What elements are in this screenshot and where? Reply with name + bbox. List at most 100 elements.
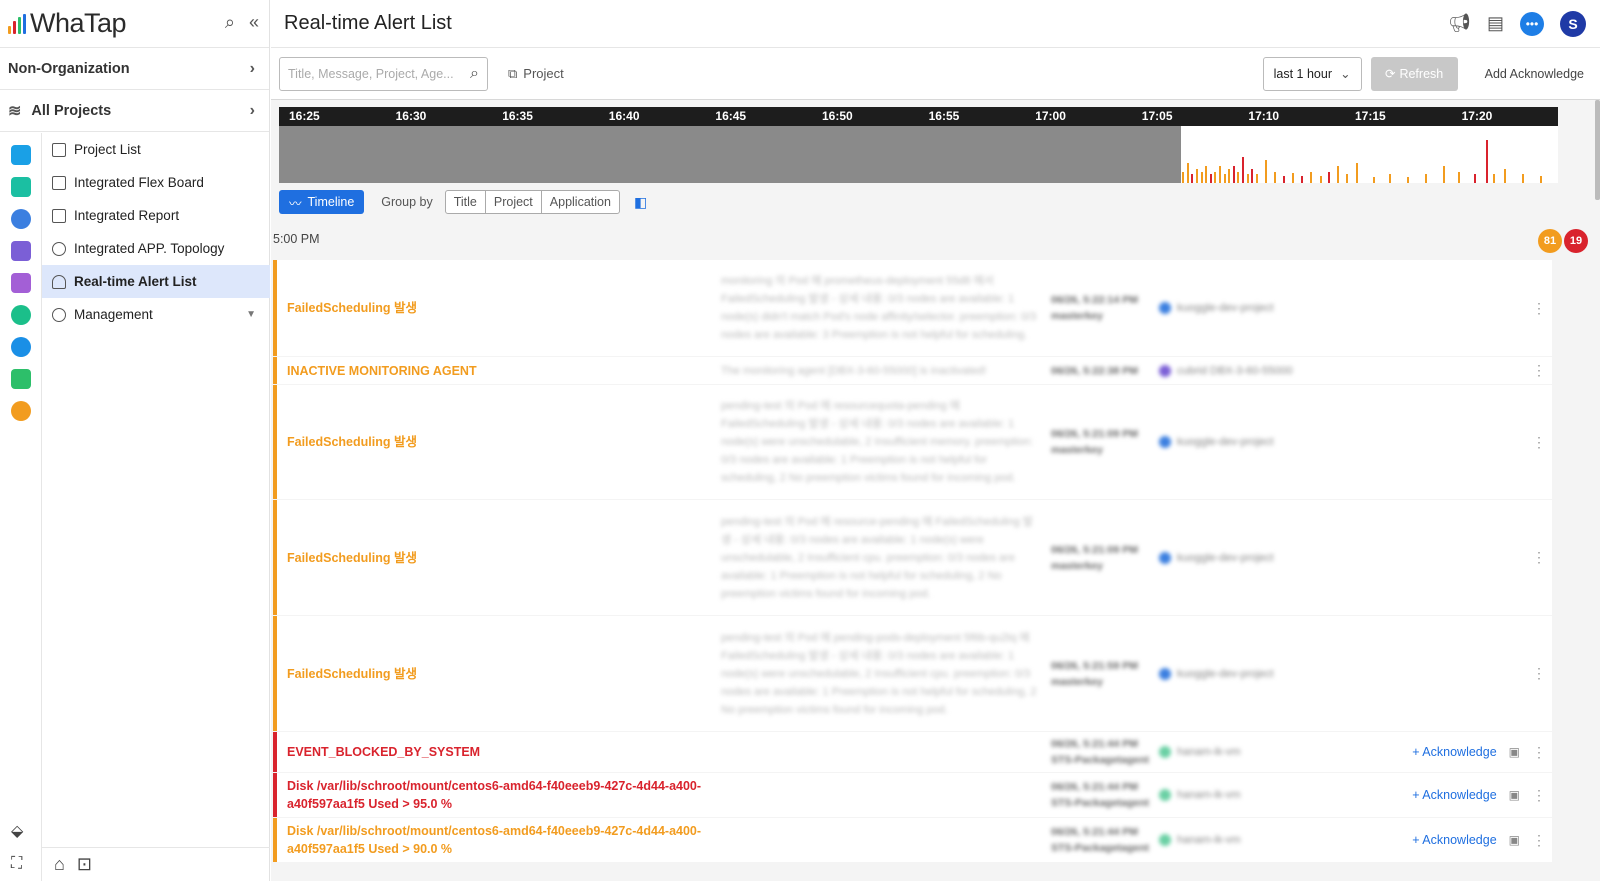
all-projects-selector[interactable]: ≋ All Projects ›	[0, 90, 269, 132]
megaphone-icon[interactable]: 📢︎	[1448, 13, 1471, 34]
timeline-bar	[1190, 174, 1193, 183]
timeline-toggle-button[interactable]: 〰 Timeline	[279, 190, 365, 214]
alert-project[interactable]: hanam-ik-vm	[1159, 746, 1379, 758]
sidebar-item-integrated-flex-board[interactable]: Integrated Flex Board	[42, 166, 270, 199]
sidebar-item-integrated-app-topology[interactable]: Integrated APP. Topology	[42, 232, 270, 265]
more-options-icon[interactable]: ⋮	[1532, 362, 1546, 379]
log-icon[interactable]	[11, 273, 31, 293]
search-input[interactable]	[288, 66, 458, 81]
timeline-bar	[1407, 177, 1410, 183]
broadcast-icon[interactable]	[11, 401, 31, 421]
sidebar-item-realtime-alert-list[interactable]: Real-time Alert List	[42, 265, 270, 298]
image-icon[interactable]: ▣	[1509, 833, 1520, 847]
project-filter-button[interactable]: ⧉ Project	[508, 66, 564, 82]
more-options-icon[interactable]: ⋮	[1532, 832, 1546, 849]
timeline-range-mask[interactable]	[279, 126, 1181, 183]
sidebar-item-integrated-report[interactable]: Integrated Report	[42, 199, 270, 232]
more-options-icon[interactable]: ⋮	[1532, 549, 1546, 566]
refresh-button[interactable]: ⟳ Refresh	[1370, 56, 1458, 91]
more-options-icon[interactable]: ⋮	[1532, 744, 1546, 761]
globe-icon[interactable]	[11, 305, 31, 325]
search-box[interactable]: ⌕	[279, 56, 488, 91]
scrollbar[interactable]	[1595, 100, 1600, 200]
alert-row[interactable]: Disk /var/lib/schroot/mount/centos6-amd6…	[273, 773, 1552, 817]
more-options-icon[interactable]: ⋮	[1532, 787, 1546, 804]
search-icon[interactable]: ⌕	[225, 12, 235, 33]
alert-title[interactable]: EVENT_BLOCKED_BY_SYSTEM	[277, 743, 717, 761]
alert-row[interactable]: Disk /var/lib/schroot/mount/centos6-amd6…	[273, 818, 1552, 862]
server-list-icon[interactable]	[11, 177, 31, 197]
group-by-project-button[interactable]: Project	[486, 191, 542, 213]
kubernetes-icon[interactable]	[11, 209, 31, 229]
app-icon[interactable]	[11, 369, 31, 389]
speaker-icon[interactable]: ◧	[634, 194, 647, 211]
timeline-bar	[1256, 174, 1259, 183]
alert-time: 06/26, 5:22:38 PM	[1051, 364, 1138, 377]
image-icon[interactable]: ▣	[1509, 745, 1520, 759]
timeline-bar	[1236, 171, 1239, 183]
fullscreen-icon[interactable]: ⛶	[11, 855, 23, 873]
sidebar-item-management[interactable]: Management ▼	[42, 298, 270, 331]
search-icon[interactable]: ⌕	[470, 65, 479, 83]
timeline-bar	[1233, 165, 1236, 183]
calendar-icon[interactable]: ▤	[1487, 13, 1504, 34]
project-icon	[1159, 364, 1171, 377]
main-area: Real-time Alert List 📢︎ ▤ ••• S ⌕ ⧉ Proj…	[271, 0, 1600, 881]
more-options-icon[interactable]: ⋮	[1532, 300, 1546, 317]
alert-title[interactable]: FailedScheduling 발생	[277, 665, 717, 683]
timeline-bar	[1210, 174, 1213, 183]
acknowledge-button[interactable]: + Acknowledge	[1412, 788, 1496, 802]
alert-message: pending-test 의 Pod 에 resource-pending 에 …	[721, 515, 1033, 600]
alert-time: 06/26, 5:21:09 PM masterkey	[1051, 428, 1138, 456]
alert-title[interactable]: FailedScheduling 발생	[277, 549, 717, 567]
alert-title[interactable]: INACTIVE MONITORING AGENT	[277, 362, 717, 380]
alert-project[interactable]: cubrid DBX-3-60-55000	[1159, 364, 1379, 377]
cloud-icon[interactable]	[11, 337, 31, 357]
avatar[interactable]: S	[1560, 10, 1586, 37]
project-icon	[1159, 667, 1171, 680]
alert-row[interactable]: FailedScheduling 발생 monitoring 의 Pod 에 pr…	[273, 260, 1552, 356]
alert-timeline-chart[interactable]: 16:25 16:30 16:35 16:40 16:45 16:50 16:55 17:00…	[279, 107, 1558, 183]
timeline-bar	[1265, 160, 1268, 183]
timeline-bar	[1522, 174, 1525, 183]
alert-title[interactable]: Disk /var/lib/schroot/mount/centos6-amd6…	[277, 822, 717, 858]
view-controls: 〰 Timeline Group by Title Project Applic…	[279, 190, 647, 214]
alert-row[interactable]: FailedScheduling 발생 pending-test 의 Pod 에 …	[273, 385, 1552, 499]
timeline-plot[interactable]	[279, 126, 1558, 183]
group-by-application-button[interactable]: Application	[542, 191, 619, 213]
group-by-title-button[interactable]: Title	[446, 191, 486, 213]
alert-title[interactable]: FailedScheduling 발생	[277, 433, 717, 451]
sidebar-menu: Project List Integrated Flex Board Integ…	[42, 133, 270, 331]
alert-project[interactable]: kuoggle-dev-project	[1159, 667, 1379, 680]
alert-project[interactable]: hanam-ik-vm	[1159, 789, 1379, 801]
project-search-icon[interactable]: ⊡	[77, 854, 92, 875]
organization-selector[interactable]: Non-Organization ›	[0, 48, 269, 90]
more-options-icon[interactable]: ⋮	[1532, 434, 1546, 451]
image-icon[interactable]: ▣	[1509, 788, 1520, 802]
acknowledge-button[interactable]: + Acknowledge	[1412, 745, 1496, 759]
whatap-logo-icon	[8, 13, 26, 34]
alert-project[interactable]: kuoggle-dev-project	[1159, 436, 1379, 448]
alert-project[interactable]: hanam-ik-vm	[1159, 834, 1379, 846]
add-acknowledge-button[interactable]: Add Acknowledge	[1485, 67, 1584, 81]
time-range-select[interactable]: last 1 hour ⌄	[1262, 56, 1362, 91]
alert-title[interactable]: Disk /var/lib/schroot/mount/centos6-amd6…	[277, 777, 717, 813]
acknowledge-button[interactable]: + Acknowledge	[1412, 833, 1496, 847]
more-options-icon[interactable]: ⋮	[1532, 665, 1546, 682]
paint-bucket-icon[interactable]: ⬙	[11, 821, 23, 841]
alert-row[interactable]: FailedScheduling 발생 pending-test 의 Pod 에 …	[273, 616, 1552, 731]
alert-row[interactable]: EVENT_BLOCKED_BY_SYSTEM 06/26, 5:21:44 PM…	[273, 732, 1552, 772]
timeline-bar	[1345, 174, 1348, 183]
alert-title[interactable]: FailedScheduling 발생	[277, 299, 717, 317]
code-icon[interactable]	[11, 145, 31, 165]
database-icon[interactable]	[11, 241, 31, 261]
sidebar-item-project-list[interactable]: Project List	[42, 133, 270, 166]
alert-row[interactable]: INACTIVE MONITORING AGENT The monitoring …	[273, 357, 1552, 384]
chevron-right-icon: ›	[249, 59, 255, 77]
chat-icon[interactable]: •••	[1520, 11, 1544, 36]
alert-project[interactable]: kuoggle-dev-project	[1159, 551, 1379, 564]
alert-row[interactable]: FailedScheduling 발생 pending-test 의 Pod 에 …	[273, 500, 1552, 615]
collapse-sidebar-icon[interactable]: «	[249, 12, 259, 33]
home-icon[interactable]: ⌂	[54, 854, 65, 875]
alert-project[interactable]: kuoggle-dev-project	[1159, 302, 1379, 314]
